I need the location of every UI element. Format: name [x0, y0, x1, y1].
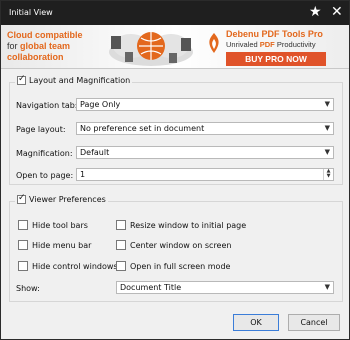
window-title: Initial View: [9, 8, 53, 17]
resize-window-option[interactable]: Resize window to initial page: [116, 220, 246, 230]
show-value: Document Title: [120, 283, 182, 292]
hide-menubar-option[interactable]: Hide menu bar: [18, 240, 91, 250]
banner-tagline: Unrivaled PDF Productivity: [226, 40, 316, 49]
banner-line-1: Cloud compatible: [7, 30, 83, 40]
magnification-select[interactable]: Default ▼: [76, 146, 334, 159]
resize-window-checkbox[interactable]: [116, 220, 126, 230]
chevron-down-icon: ▼: [324, 124, 330, 132]
layout-magnification-checkbox[interactable]: [17, 74, 26, 85]
viewer-preferences-legend[interactable]: Viewer Preferences: [15, 193, 108, 204]
hide-controls-checkbox[interactable]: [18, 261, 28, 271]
show-label: Show:: [16, 284, 40, 293]
banner-left-text: Cloud compatible for global team collabo…: [7, 30, 83, 63]
open-to-page-value: 1: [80, 170, 86, 179]
open-to-page-spinbox[interactable]: 1 ▲ ▼: [76, 168, 334, 181]
hide-toolbars-label: Hide tool bars: [32, 220, 88, 230]
title-bar: Initial View ★ ✕: [1, 1, 349, 25]
center-window-checkbox[interactable]: [116, 240, 126, 250]
magnification-label: Magnification:: [16, 149, 73, 158]
promo-banner[interactable]: Cloud compatible for global team collabo…: [1, 25, 349, 69]
fullscreen-checkbox[interactable]: [116, 261, 126, 271]
chevron-down-icon: ▼: [324, 148, 330, 156]
hide-menubar-checkbox[interactable]: [18, 240, 28, 250]
spin-arrows-icon[interactable]: ▲ ▼: [323, 169, 333, 180]
magnification-value: Default: [80, 148, 110, 157]
hide-toolbars-checkbox[interactable]: [18, 220, 28, 230]
hide-toolbars-option[interactable]: Hide tool bars: [18, 220, 88, 230]
chevron-down-icon: ▼: [324, 100, 330, 108]
cloud-globe-illustration: [109, 32, 193, 66]
layout-magnification-group: Layout and Magnification Navigation tab:…: [9, 74, 343, 185]
page-layout-label: Page layout:: [16, 125, 66, 134]
debenu-logo-icon: [209, 33, 219, 53]
buy-pro-button[interactable]: BUY PRO NOW: [226, 52, 326, 66]
layout-magnification-legend[interactable]: Layout and Magnification: [15, 74, 133, 85]
viewer-preferences-label: Viewer Preferences: [29, 195, 106, 204]
navigation-tab-select[interactable]: Page Only ▼: [76, 98, 334, 111]
chevron-down-icon: ▼: [324, 283, 330, 291]
resize-window-label: Resize window to initial page: [130, 220, 247, 230]
navigation-tab-value: Page Only: [80, 100, 121, 109]
navigation-tab-label: Navigation tab:: [16, 101, 78, 110]
open-to-page-label: Open to page:: [16, 171, 74, 180]
hide-controls-option[interactable]: Hide control windows: [18, 261, 118, 271]
banner-right: Debenu PDF Tools Pro Unrivaled PDF Produ…: [226, 29, 326, 66]
fullscreen-label: Open in full screen mode: [130, 261, 231, 271]
hide-menubar-label: Hide menu bar: [32, 240, 92, 250]
hide-controls-label: Hide control windows: [32, 261, 118, 271]
fullscreen-option[interactable]: Open in full screen mode: [116, 261, 230, 271]
star-icon[interactable]: ★: [309, 5, 322, 19]
page-layout-select[interactable]: No preference set in document ▼: [76, 122, 334, 135]
viewer-preferences-checkbox[interactable]: [17, 193, 26, 204]
banner-line-2: for global team: [7, 41, 71, 51]
viewer-preferences-group: Viewer Preferences Hide tool bars Hide m…: [9, 193, 343, 302]
layout-magnification-label: Layout and Magnification: [29, 76, 131, 85]
cancel-button[interactable]: Cancel: [288, 314, 340, 331]
center-window-option[interactable]: Center window on screen: [116, 240, 231, 250]
center-window-label: Center window on screen: [130, 240, 232, 250]
close-icon[interactable]: ✕: [331, 5, 343, 19]
banner-brand: Debenu PDF Tools Pro: [226, 29, 323, 39]
ok-button[interactable]: OK: [233, 314, 279, 331]
initial-view-dialog: Initial View ★ ✕ Cloud compatible for gl…: [0, 0, 350, 340]
page-layout-value: No preference set in document: [80, 124, 205, 133]
banner-line-3: collaboration: [7, 52, 64, 62]
show-select[interactable]: Document Title ▼: [116, 281, 334, 294]
